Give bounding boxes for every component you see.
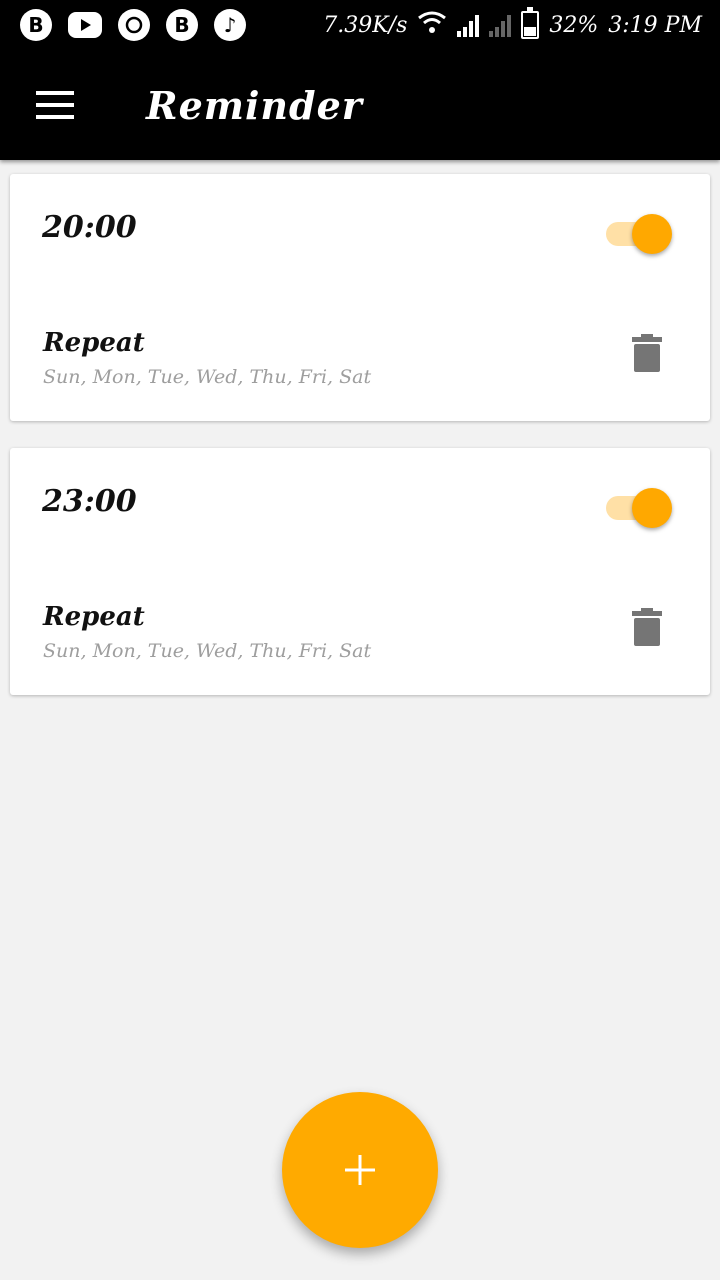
reminder-card[interactable]: 20:00 Repeat Sun, Mon, Tue, Wed, Thu, Fr… — [10, 174, 710, 421]
repeat-days: Sun, Mon, Tue, Wed, Thu, Fri, Sat — [43, 366, 372, 388]
network-speed: 7.39K/s — [323, 12, 408, 38]
signal-strength-icon — [457, 13, 480, 37]
music-icon: ♪ — [214, 9, 246, 41]
repeat-label: Repeat — [43, 602, 145, 632]
hamburger-menu-icon[interactable] — [28, 77, 84, 133]
wifi-icon — [417, 10, 447, 40]
toggle-thumb — [632, 214, 672, 254]
repeat-label: Repeat — [43, 328, 145, 358]
reminder-toggle[interactable] — [606, 488, 672, 528]
reminder-toggle[interactable] — [606, 214, 672, 254]
reminder-time[interactable]: 20:00 — [42, 210, 137, 245]
reminder-time[interactable]: 23:00 — [42, 484, 137, 519]
signal-strength-icon — [489, 13, 512, 37]
plus-icon — [345, 1155, 375, 1185]
notification-icons: B B ♪ — [20, 9, 246, 41]
app-bar: Reminder — [0, 50, 720, 160]
trash-icon[interactable] — [632, 334, 676, 380]
toggle-thumb — [632, 488, 672, 528]
whatsapp-icon — [118, 9, 150, 41]
status-bar: B B ♪ 7.39K/s 32% 3:19 PM — [0, 0, 720, 50]
battery-icon — [521, 7, 540, 39]
battery-percent: 32% — [549, 12, 599, 38]
trash-icon[interactable] — [632, 608, 676, 654]
status-indicators: 7.39K/s 32% 3:19 PM — [323, 7, 702, 40]
b-app-icon: B — [166, 9, 198, 41]
repeat-days: Sun, Mon, Tue, Wed, Thu, Fri, Sat — [43, 640, 372, 662]
page-title: Reminder — [146, 82, 363, 128]
status-time: 3:19 PM — [608, 12, 702, 38]
reminder-card[interactable]: 23:00 Repeat Sun, Mon, Tue, Wed, Thu, Fr… — [10, 448, 710, 695]
add-reminder-button[interactable] — [282, 1092, 438, 1248]
b-app-icon: B — [20, 9, 52, 41]
youtube-icon — [68, 12, 102, 38]
